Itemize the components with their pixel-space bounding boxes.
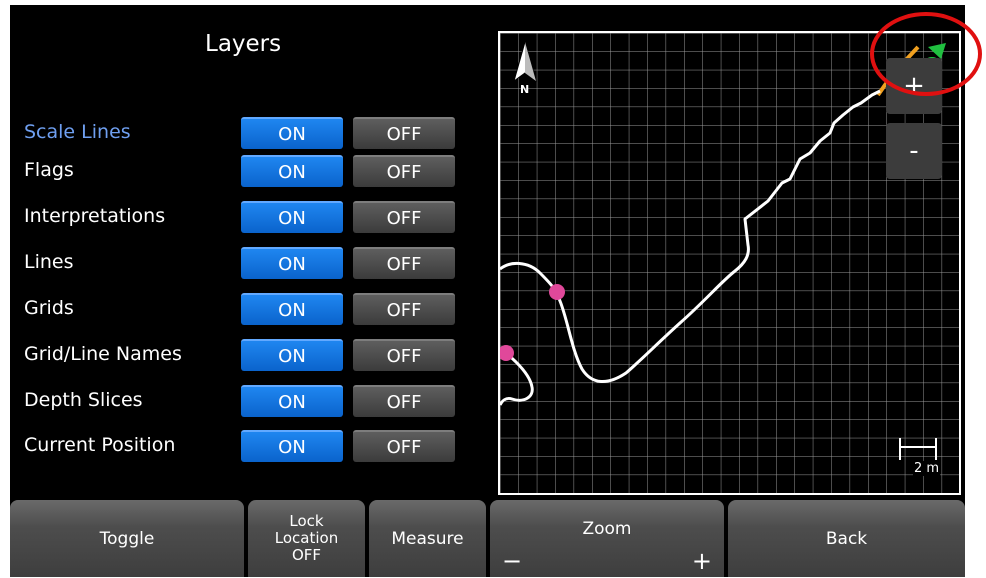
depth-slices-on-button[interactable]: ON [241,385,343,417]
layer-row-flags: Flags ON OFF [24,155,464,187]
bottom-toolbar: Toggle Lock Location OFF Measure Zoom − … [10,500,965,577]
depth-slices-off-button[interactable]: OFF [353,385,455,417]
layer-label: Depth Slices [24,389,143,411]
lock-location-label: Lock Location OFF [274,512,339,564]
zoom-label: Zoom [582,518,632,539]
grid-line-names-on-button[interactable]: ON [241,339,343,371]
grids-off-button[interactable]: OFF [353,293,455,325]
scale-lines-off-button[interactable]: OFF [353,117,455,149]
flag-marker[interactable] [549,284,565,300]
interpretations-on-button[interactable]: ON [241,201,343,233]
map-view[interactable]: N + - 2 m [498,31,961,495]
toggle-button[interactable]: Toggle [10,500,244,577]
panel-title: Layers [205,31,282,57]
layer-label: Interpretations [24,205,166,227]
layer-label: Grids [24,297,74,319]
layer-row-grids: Grids ON OFF [24,293,464,325]
layer-row-grid-line-names: Grid/Line Names ON OFF [24,339,464,371]
grid-line-names-off-button[interactable]: OFF [353,339,455,371]
lines-on-button[interactable]: ON [241,247,343,279]
current-position-off-button[interactable]: OFF [353,430,455,462]
layer-label: Scale Lines [24,121,131,143]
screen: Layers Scale Lines ON OFF Flags ON OFF I… [10,5,965,577]
toggle-label: Toggle [99,528,155,549]
layer-label: Grid/Line Names [24,343,182,365]
back-button[interactable]: Back [728,500,965,577]
zoom-button[interactable]: Zoom − + [490,500,724,577]
interpretations-off-button[interactable]: OFF [353,201,455,233]
map-zoom-out-button[interactable]: - [886,123,942,179]
layer-row-interpretations: Interpretations ON OFF [24,201,464,233]
flags-on-button[interactable]: ON [241,155,343,187]
layer-label: Lines [24,251,74,273]
layer-row-lines: Lines ON OFF [24,247,464,279]
measure-label: Measure [391,528,464,549]
layer-row-depth-slices: Depth Slices ON OFF [24,385,464,417]
lock-location-button[interactable]: Lock Location OFF [248,500,365,577]
measure-button[interactable]: Measure [369,500,486,577]
scale-label: 2 m [913,461,941,476]
flags-off-button[interactable]: OFF [353,155,455,187]
zoom-minus-icon[interactable]: − [502,547,522,575]
grids-on-button[interactable]: ON [241,293,343,325]
layer-row-current-position: Current Position ON OFF [24,430,464,462]
layer-row-scale-lines: Scale Lines ON OFF [24,117,464,149]
back-label: Back [825,528,868,549]
current-position-on-button[interactable]: ON [241,430,343,462]
north-label: N [520,83,529,96]
highlight-circle [870,12,982,96]
scale-lines-on-button[interactable]: ON [241,117,343,149]
lines-off-button[interactable]: OFF [353,247,455,279]
layer-label: Current Position [24,434,176,456]
layer-label: Flags [24,159,74,181]
zoom-plus-icon[interactable]: + [692,547,712,575]
